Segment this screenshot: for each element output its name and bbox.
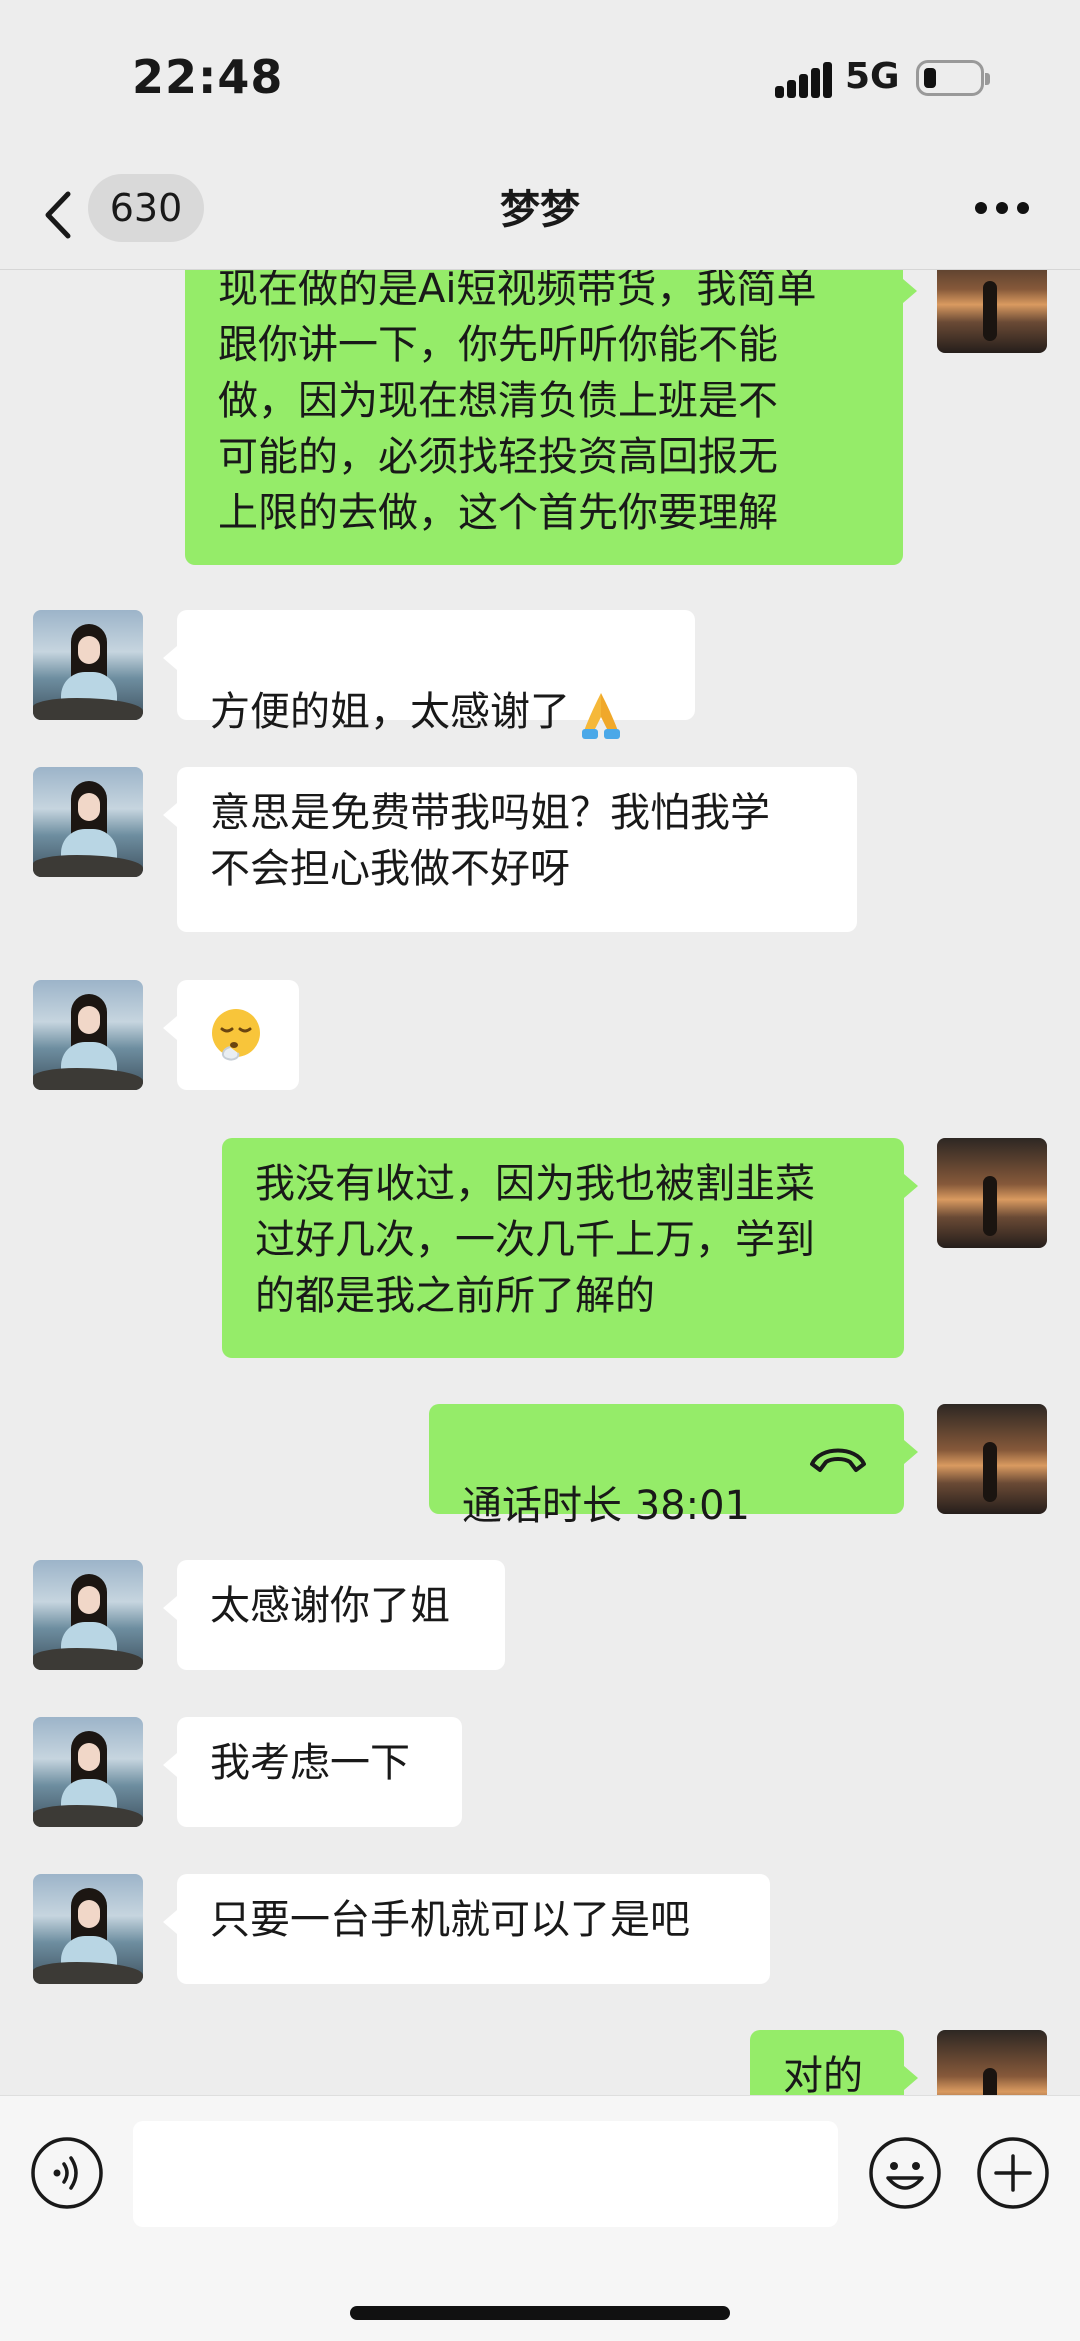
- phone-hangup-icon: [810, 1448, 866, 1472]
- message-bubble-out[interactable]: 现在做的是Ai短视频带货，我简单 跟你讲一下，你先听听你能不能 做，因为现在想清…: [185, 270, 917, 565]
- contact-avatar[interactable]: [33, 1874, 143, 1984]
- voice-input-icon[interactable]: [30, 2136, 104, 2210]
- folded-hands-emoji-icon: [582, 693, 620, 739]
- more-options-icon[interactable]: [975, 202, 1029, 216]
- message-input[interactable]: [133, 2121, 838, 2227]
- message-bubble-in[interactable]: 只要一台手机就可以了是吧: [163, 1874, 770, 1984]
- message-list[interactable]: 现在做的是Ai短视频带货，我简单 跟你讲一下，你先听听你能不能 做，因为现在想清…: [0, 270, 1080, 2095]
- status-time: 22:48: [132, 50, 284, 104]
- back-chevron-icon[interactable]: [38, 188, 82, 242]
- signal-icon: [775, 62, 832, 98]
- network-type: 5G: [845, 56, 900, 97]
- my-avatar[interactable]: [937, 270, 1047, 353]
- my-avatar[interactable]: [937, 1138, 1047, 1248]
- message-bubble-out[interactable]: 对的: [750, 2030, 918, 2095]
- message-bubble-out[interactable]: 我没有收过，因为我也被割韭菜 过好几次，一次几千上万，学到 的都是我之前所了解的: [222, 1138, 918, 1358]
- message-bubble-in[interactable]: 我考虑一下: [163, 1717, 462, 1827]
- my-avatar[interactable]: [937, 2030, 1047, 2095]
- contact-avatar[interactable]: [33, 767, 143, 877]
- contact-avatar[interactable]: [33, 610, 143, 720]
- plus-icon[interactable]: [976, 2136, 1050, 2210]
- input-bar: [0, 2095, 1080, 2341]
- message-bubble-in[interactable]: [163, 980, 299, 1090]
- call-record-bubble[interactable]: 通话时长 38:01: [429, 1404, 918, 1529]
- message-bubble-in[interactable]: 意思是免费带我吗姐？我怕我学 不会担心我做不好呀: [163, 767, 857, 932]
- face-exhaling-emoji-icon: [212, 1009, 260, 1061]
- contact-avatar[interactable]: [33, 1560, 143, 1670]
- contact-avatar[interactable]: [33, 1717, 143, 1827]
- status-bar: 22:48 5G: [0, 0, 1080, 160]
- home-indicator[interactable]: [350, 2306, 730, 2320]
- battery-icon: [916, 60, 990, 96]
- chat-header: 梦梦 630: [0, 160, 1080, 270]
- message-text: 方便的姐，太感谢了: [210, 689, 570, 735]
- emoji-icon[interactable]: [868, 2136, 942, 2210]
- message-bubble-in[interactable]: 方便的姐，太感谢了: [163, 610, 695, 739]
- my-avatar[interactable]: [937, 1404, 1047, 1514]
- message-bubble-in[interactable]: 太感谢你了姐: [163, 1560, 505, 1670]
- call-duration-text: 通话时长 38:01: [462, 1483, 750, 1529]
- contact-avatar[interactable]: [33, 980, 143, 1090]
- unread-count-badge[interactable]: 630: [88, 174, 204, 242]
